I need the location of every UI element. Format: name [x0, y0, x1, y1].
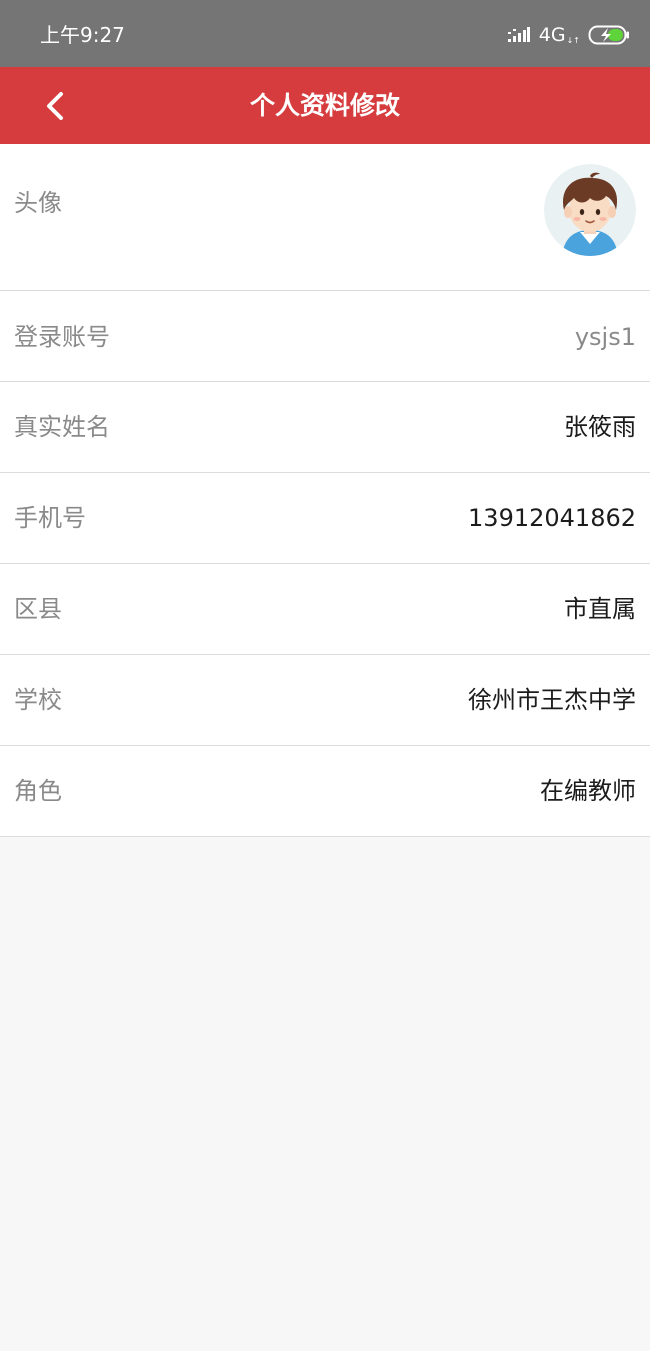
- avatar-row[interactable]: 头像: [0, 144, 650, 291]
- role-row[interactable]: 角色 在编教师: [0, 746, 650, 837]
- real-name-value[interactable]: 张筱雨: [564, 382, 636, 472]
- account-row: 登录账号 ysjs1: [0, 291, 650, 382]
- school-value[interactable]: 徐州市王杰中学: [468, 655, 636, 745]
- avatar-boy-icon: [544, 164, 636, 256]
- avatar[interactable]: [544, 164, 636, 256]
- battery-charging-icon: [588, 25, 629, 45]
- avatar-label: 头像: [14, 189, 62, 217]
- school-label: 学校: [14, 686, 62, 714]
- real-name-label: 真实姓名: [14, 413, 110, 441]
- district-row[interactable]: 区县 市直属: [0, 564, 650, 655]
- profile-form: 头像 登录账号 ysjs1 真实姓名 张筱雨 手机号 13912041862 区…: [0, 144, 650, 837]
- status-time: 上午9:27: [40, 23, 125, 47]
- phone-value[interactable]: 13912041862: [468, 473, 636, 563]
- real-name-row[interactable]: 真实姓名 张筱雨: [0, 382, 650, 473]
- network-activity: ↓↑: [566, 35, 580, 45]
- role-value[interactable]: 在编教师: [540, 746, 636, 836]
- nav-bar: 个人资料修改: [0, 67, 650, 144]
- phone-label: 手机号: [14, 504, 86, 532]
- account-label: 登录账号: [14, 323, 110, 351]
- school-row[interactable]: 学校 徐州市王杰中学: [0, 655, 650, 746]
- page-title: 个人资料修改: [249, 91, 400, 120]
- account-value: ysjs1: [574, 323, 636, 351]
- network-type: 4G: [538, 24, 566, 46]
- role-label: 角色: [14, 777, 62, 805]
- district-value[interactable]: 市直属: [564, 564, 636, 654]
- status-icons: 4G ↓↑: [507, 22, 630, 48]
- signal-icon: [507, 27, 530, 42]
- phone-row[interactable]: 手机号 13912041862: [0, 473, 650, 564]
- status-bar: 上午9:27 4G ↓↑: [0, 0, 650, 67]
- district-label: 区县: [14, 595, 62, 623]
